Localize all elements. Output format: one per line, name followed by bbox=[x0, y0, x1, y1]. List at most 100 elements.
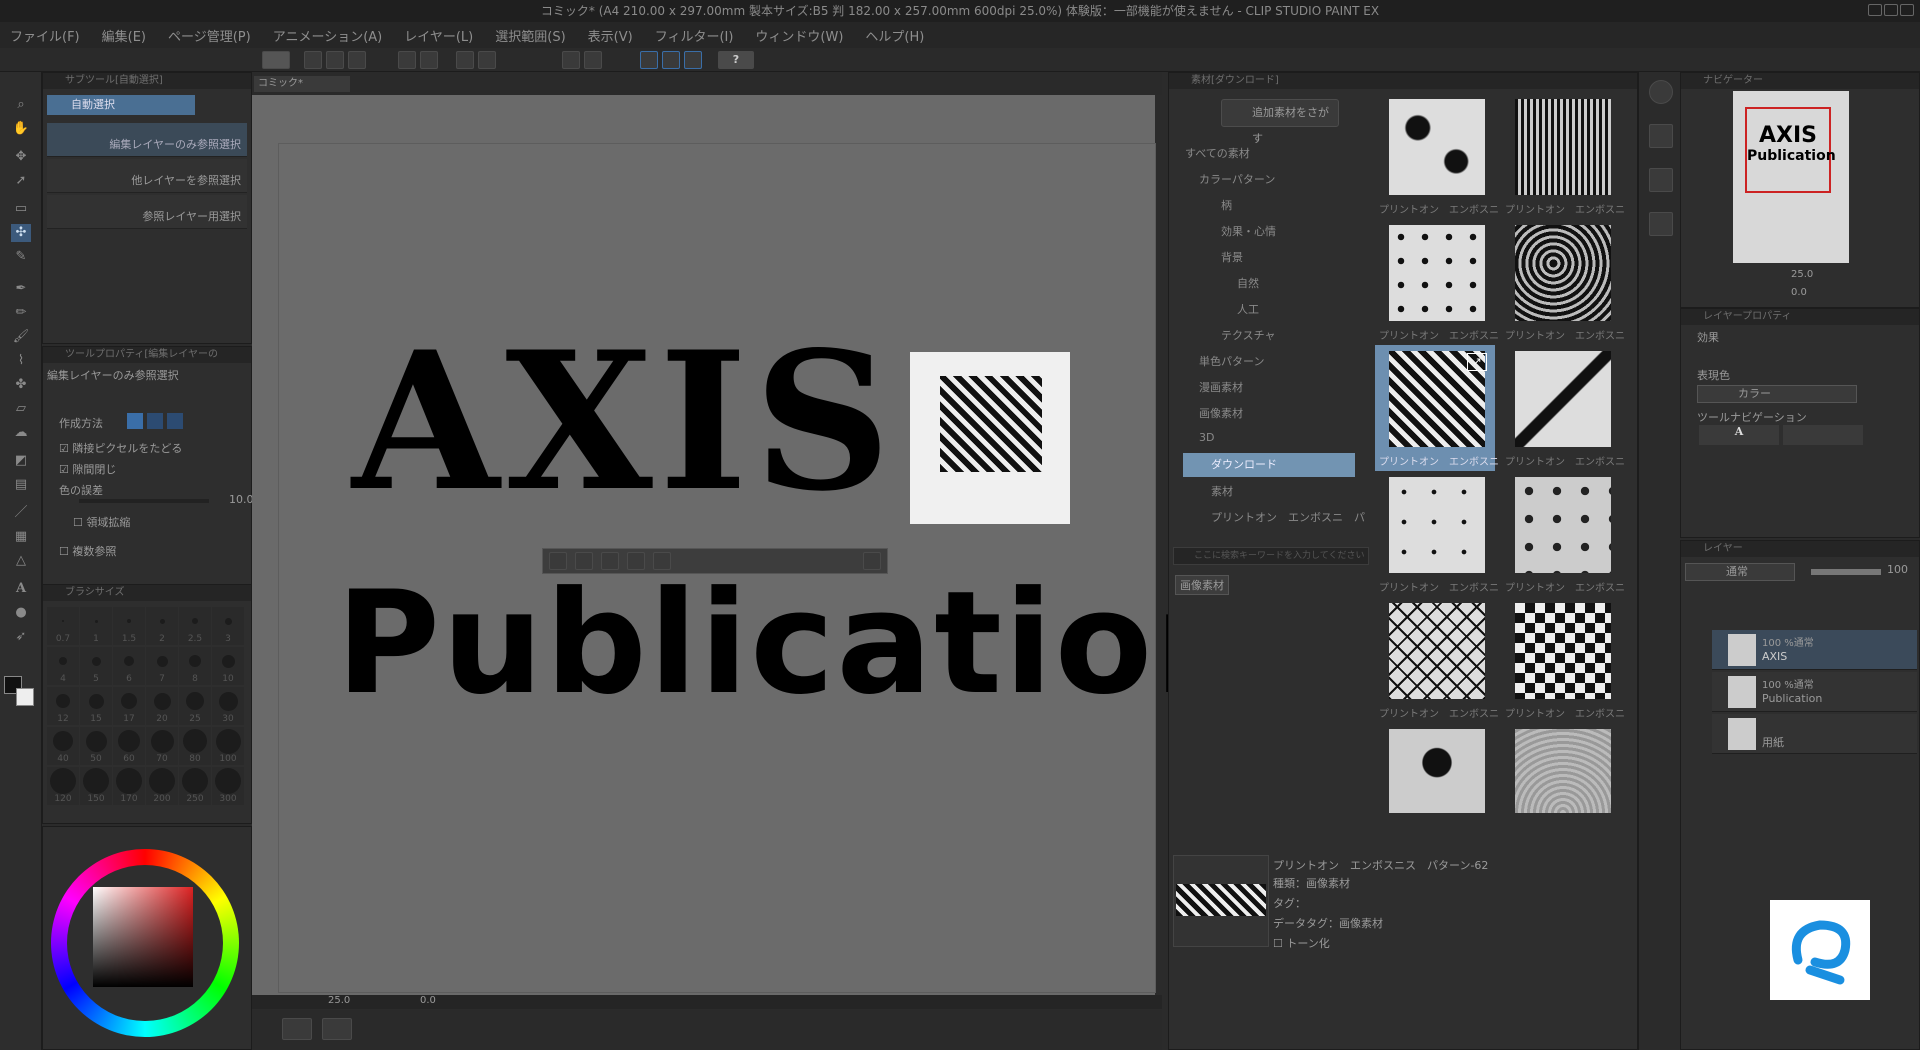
correct-line-tool-icon[interactable]: ➶ bbox=[11, 628, 31, 646]
snap-ruler-icon[interactable] bbox=[640, 51, 658, 69]
zoom-tool-icon[interactable]: ⌕ bbox=[11, 96, 31, 114]
saturation-square[interactable] bbox=[93, 887, 193, 987]
subview-tab-icon[interactable] bbox=[1649, 124, 1673, 148]
brush-size-cell[interactable]: 2.5 bbox=[179, 607, 211, 645]
close-icon[interactable] bbox=[1900, 4, 1914, 16]
tree-texture[interactable]: テクスチャ bbox=[1221, 327, 1276, 343]
minimize-icon[interactable] bbox=[1868, 4, 1882, 16]
pencil-tool-icon[interactable]: ✏ bbox=[11, 304, 31, 322]
brush-size-cell[interactable]: 300 bbox=[212, 767, 244, 805]
brush-size-cell[interactable]: 150 bbox=[80, 767, 112, 805]
subtract-selection-icon[interactable] bbox=[167, 413, 183, 429]
add-selection-icon[interactable] bbox=[147, 413, 163, 429]
layer-row-paper[interactable]: 用紙 bbox=[1712, 714, 1917, 754]
launcher-settings-icon[interactable] bbox=[863, 552, 881, 570]
material-tab-icon[interactable] bbox=[1649, 212, 1673, 236]
tree-pattern[interactable]: 柄 bbox=[1221, 197, 1232, 213]
brush-size-cell[interactable]: 25 bbox=[179, 687, 211, 725]
brush-size-cell[interactable]: 7 bbox=[146, 647, 178, 685]
brush-size-cell[interactable]: 1.5 bbox=[113, 607, 145, 645]
tree-effect[interactable]: 効果・心情 bbox=[1221, 223, 1276, 239]
balloon-nav-button[interactable] bbox=[1783, 425, 1863, 445]
eyedropper-tool-icon[interactable]: ✎ bbox=[11, 248, 31, 266]
tree-image-material[interactable]: 画像素材 bbox=[1199, 405, 1243, 421]
pen-tool-icon[interactable]: ✒ bbox=[11, 280, 31, 298]
brush-size-cell[interactable]: 15 bbox=[80, 687, 112, 725]
navigator-zoom[interactable]: 25.0 bbox=[1791, 269, 1813, 280]
close-gap-checkbox[interactable]: ☑ 隙間閉じ bbox=[59, 461, 116, 477]
tone-checkbox[interactable]: ☐ トーン化 bbox=[1273, 935, 1330, 951]
snap-special-ruler-icon[interactable] bbox=[662, 51, 680, 69]
tree-material[interactable]: 素材 bbox=[1211, 483, 1233, 499]
transform-icon[interactable] bbox=[478, 51, 496, 69]
eraser-tool-icon[interactable]: ▱ bbox=[11, 400, 31, 418]
tree-all-materials[interactable]: すべての素材 bbox=[1185, 145, 1250, 161]
brush-size-cell[interactable]: 12 bbox=[47, 687, 79, 725]
open-external-icon[interactable]: ↗ bbox=[1467, 353, 1487, 371]
menu-layer[interactable]: レイヤー(L) bbox=[404, 26, 473, 45]
brush-size-cell[interactable]: 3 bbox=[212, 607, 244, 645]
multi-reference-checkbox[interactable]: ☐ 複数参照 bbox=[59, 543, 116, 559]
blend-tool-icon[interactable]: ☁ bbox=[11, 424, 31, 442]
airbrush-tool-icon[interactable]: ⌇ bbox=[11, 352, 31, 370]
tree-printon[interactable]: プリントオン エンボスニ パ bbox=[1211, 509, 1371, 525]
tree-background[interactable]: 背景 bbox=[1221, 249, 1243, 265]
menu-view[interactable]: 表示(V) bbox=[588, 26, 633, 45]
brush-tool-icon[interactable]: 🖌 bbox=[11, 328, 31, 346]
opacity-value[interactable]: 100 bbox=[1887, 563, 1908, 576]
brush-size-cell[interactable]: 5 bbox=[80, 647, 112, 685]
auto-select-tool-icon[interactable]: ✣ bbox=[11, 224, 31, 242]
material-thumb-maze[interactable] bbox=[1515, 225, 1611, 321]
brush-size-cell[interactable]: 40 bbox=[47, 727, 79, 765]
navigator-view-frame[interactable]: AXIS Publication bbox=[1745, 107, 1836, 193]
expression-color-select[interactable]: カラー bbox=[1697, 385, 1857, 403]
menu-animation[interactable]: アニメーション(A) bbox=[273, 26, 383, 45]
brush-size-cell[interactable]: 250 bbox=[179, 767, 211, 805]
color-tolerance-slider[interactable] bbox=[79, 499, 209, 503]
brush-size-cell[interactable]: 17 bbox=[113, 687, 145, 725]
material-thumb-lattice[interactable] bbox=[1389, 603, 1485, 699]
move-tool-icon[interactable]: ✥ bbox=[11, 148, 31, 166]
brush-size-cell[interactable]: 80 bbox=[179, 727, 211, 765]
material-thumb-notes[interactable] bbox=[1389, 477, 1485, 573]
navigator-thumbnail[interactable]: AXIS Publication bbox=[1733, 91, 1849, 263]
snap-grid-icon[interactable] bbox=[684, 51, 702, 69]
hand-tool-icon[interactable]: ✋ bbox=[11, 120, 31, 138]
menu-window[interactable]: ウィンドウ(W) bbox=[755, 26, 843, 45]
material-thumb-floral[interactable] bbox=[1389, 99, 1485, 195]
text-nav-button[interactable]: A bbox=[1699, 425, 1779, 445]
timeline-icon[interactable] bbox=[282, 1018, 312, 1040]
material-thumb-stripes[interactable] bbox=[1515, 99, 1611, 195]
layer-row-publication[interactable]: 100 %通常 Publication bbox=[1712, 672, 1917, 712]
brush-size-cell[interactable]: 8 bbox=[179, 647, 211, 685]
deselect-icon[interactable] bbox=[584, 51, 602, 69]
tree-color-pattern[interactable]: カラーパターン bbox=[1199, 171, 1275, 187]
material-thumb-paws[interactable] bbox=[1389, 225, 1485, 321]
frame-tool-icon[interactable]: ▦ bbox=[11, 528, 31, 546]
brush-size-cell[interactable]: 50 bbox=[80, 727, 112, 765]
clear-outside-icon[interactable] bbox=[549, 552, 567, 570]
opacity-slider[interactable] bbox=[1811, 569, 1881, 575]
material-search-input[interactable]: ここに検索キーワードを入力してください bbox=[1173, 547, 1369, 565]
layer-row-axis[interactable]: 100 %通常 AXIS bbox=[1712, 630, 1917, 670]
subtool-item-reference-layer[interactable]: 参照レイヤー用選択 bbox=[47, 195, 247, 229]
gradient-tool-icon[interactable]: ▤ bbox=[11, 476, 31, 494]
crop-icon[interactable] bbox=[575, 552, 593, 570]
ruler-tool-icon[interactable]: △ bbox=[11, 552, 31, 570]
brush-size-cell[interactable]: 120 bbox=[47, 767, 79, 805]
redo-icon[interactable] bbox=[420, 51, 438, 69]
balloon-tool-icon[interactable]: ● bbox=[11, 604, 31, 622]
brush-size-cell[interactable]: 0.7 bbox=[47, 607, 79, 645]
menu-edit[interactable]: 編集(E) bbox=[102, 26, 146, 45]
menu-filter[interactable]: フィルター(I) bbox=[655, 26, 734, 45]
info-tab-icon[interactable] bbox=[1649, 168, 1673, 192]
menu-file[interactable]: ファイル(F) bbox=[10, 26, 80, 45]
brush-size-cell[interactable]: 170 bbox=[113, 767, 145, 805]
menu-help[interactable]: ヘルプ(H) bbox=[865, 26, 924, 45]
brush-size-cell[interactable]: 4 bbox=[47, 647, 79, 685]
clip-studio-icon[interactable] bbox=[262, 51, 290, 69]
brush-size-cell[interactable]: 100 bbox=[212, 727, 244, 765]
subtool-item-edit-layer[interactable]: 編集レイヤーのみ参照選択 bbox=[47, 123, 247, 157]
material-thumb-harlequin[interactable] bbox=[1515, 603, 1611, 699]
material-tag[interactable]: 画像素材 bbox=[1175, 575, 1229, 595]
